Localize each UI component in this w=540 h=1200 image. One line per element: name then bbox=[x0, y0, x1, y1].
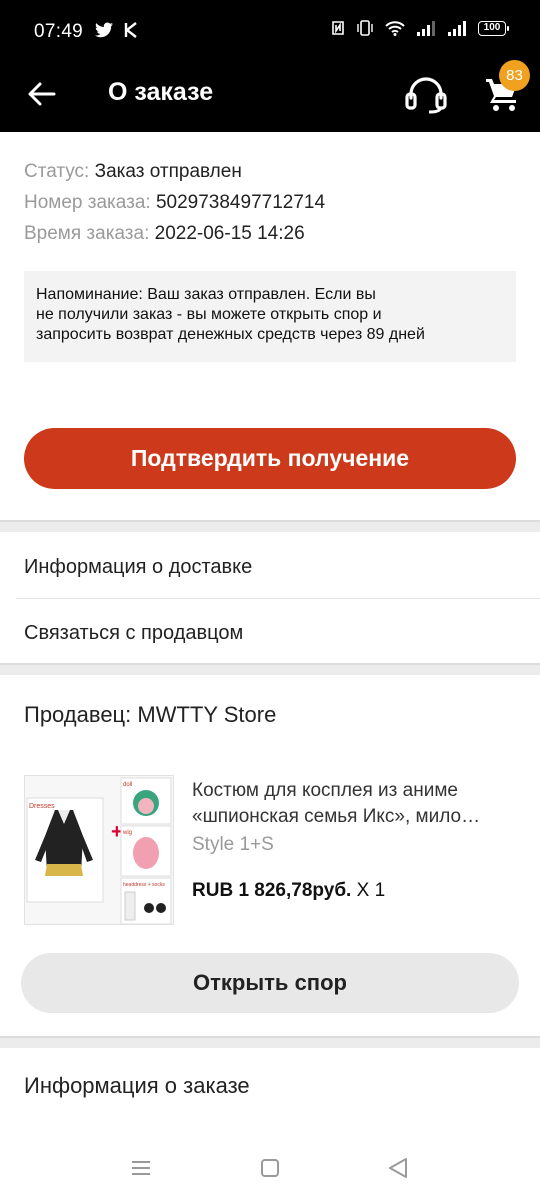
status-label: Статус: bbox=[24, 161, 90, 182]
product-style: Style 1+S bbox=[192, 834, 274, 855]
order-time-value: 2022-06-15 14:26 bbox=[154, 223, 305, 244]
vibrate-icon bbox=[357, 20, 373, 36]
signal-icon bbox=[448, 21, 466, 36]
k-app-icon bbox=[124, 22, 137, 38]
product-title-line: Костюм для косплея из аниме bbox=[192, 780, 458, 801]
section-divider bbox=[0, 520, 540, 532]
headdress-label: headdress + socks bbox=[123, 882, 165, 888]
order-info-link[interactable]: Информация о заказе bbox=[24, 1073, 250, 1099]
costume-illustration: Dresses + doll wig headdress + socks bbox=[25, 776, 173, 924]
product-title-line: «шпионская семья Икс», мило… bbox=[192, 806, 481, 827]
status-bar: 07:49 100 bbox=[0, 0, 540, 64]
product-image[interactable]: Dresses + doll wig headdress + socks bbox=[24, 775, 174, 925]
twitter-icon bbox=[95, 22, 113, 38]
status-value: Заказ отправлен bbox=[94, 161, 242, 182]
app-header: О заказе 83 bbox=[0, 60, 540, 132]
cart-badge: 83 bbox=[499, 60, 530, 91]
signal-icon bbox=[417, 21, 435, 36]
system-nav-bar bbox=[0, 1140, 540, 1200]
wig-label: wig bbox=[122, 830, 132, 836]
order-number-label: Номер заказа: bbox=[24, 192, 151, 213]
product-quantity: X 1 bbox=[356, 880, 386, 901]
order-number-value: 5029738497712714 bbox=[155, 192, 326, 213]
menu-icon[interactable] bbox=[129, 1156, 153, 1180]
delivery-info-link[interactable]: Информация о доставке bbox=[24, 556, 252, 579]
home-icon[interactable] bbox=[258, 1156, 282, 1180]
section-divider bbox=[0, 663, 540, 675]
reminder-text-line: запросить возврат денежных средств через… bbox=[36, 326, 425, 343]
confirm-receipt-button[interactable]: Подтвердить получение bbox=[24, 428, 516, 489]
headset-icon[interactable] bbox=[404, 74, 448, 114]
order-summary: Статус: Заказ отправлен Номер заказа: 50… bbox=[24, 156, 325, 249]
contact-seller-link[interactable]: Связаться с продавцом bbox=[24, 622, 243, 645]
order-time-label: Время заказа: bbox=[24, 223, 150, 244]
doll-label: doll bbox=[123, 782, 132, 788]
reminder-text-line: не получили заказ - вы можете открыть сп… bbox=[36, 306, 382, 323]
row-divider bbox=[16, 598, 540, 599]
product-price: RUB 1 826,78руб. bbox=[192, 880, 352, 901]
reminder-text-line: Напоминание: Ваш заказ отправлен. Если в… bbox=[36, 286, 376, 303]
back-icon[interactable] bbox=[386, 1156, 410, 1180]
wifi-icon bbox=[385, 21, 405, 36]
back-arrow-icon[interactable] bbox=[26, 78, 58, 110]
product-price-row: RUB 1 826,78руб. X 1 bbox=[192, 880, 385, 902]
open-dispute-button[interactable]: Открыть спор bbox=[21, 953, 519, 1013]
reminder-box: Напоминание: Ваш заказ отправлен. Если в… bbox=[24, 271, 516, 362]
seller-name[interactable]: Продавец: MWTTY Store bbox=[24, 702, 276, 728]
page-title: О заказе bbox=[108, 78, 214, 106]
product-title[interactable]: Костюм для косплея из аниме «шпионская с… bbox=[192, 778, 516, 830]
status-time: 07:49 bbox=[34, 21, 84, 42]
section-divider bbox=[0, 1036, 540, 1048]
nfc-icon bbox=[332, 21, 344, 35]
battery-indicator: 100 bbox=[478, 20, 509, 36]
dresses-label: Dresses bbox=[29, 803, 55, 810]
